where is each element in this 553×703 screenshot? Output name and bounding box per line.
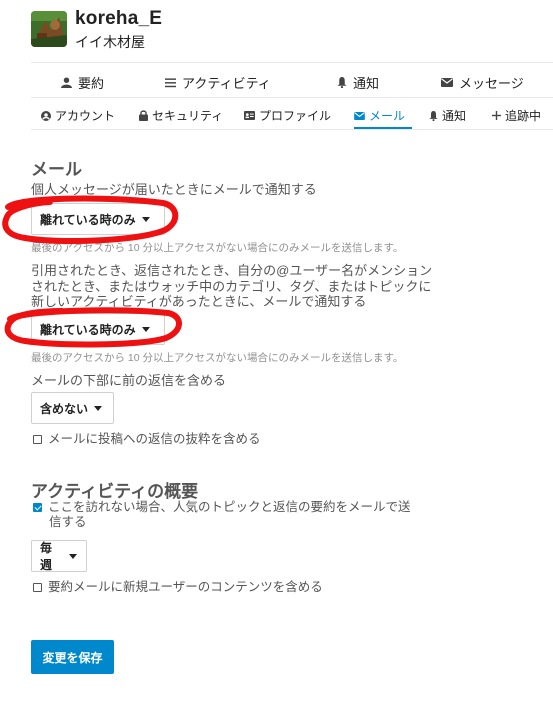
tab-tracking-label: 追跡中 bbox=[505, 109, 542, 123]
nav-summary[interactable]: 要約 bbox=[61, 73, 104, 92]
digest-checkbox-row[interactable]: ここを訪れない場合、人気のトピックと返信の要約をメールで送 信する bbox=[33, 500, 411, 530]
tab-account[interactable]: アカウント bbox=[41, 107, 115, 124]
new-users-checkbox[interactable] bbox=[33, 583, 42, 592]
pm-email-dropdown[interactable]: 離れている時のみ bbox=[31, 203, 165, 235]
full-name: イイ木材屋 bbox=[75, 34, 145, 50]
caret-down-icon bbox=[141, 216, 150, 222]
digest-section-title: アクティビティの概要 bbox=[31, 482, 199, 501]
envelope-icon bbox=[354, 111, 365, 120]
include-excerpt-label: メールに投稿への返信の抜粋を含める bbox=[48, 432, 261, 446]
nav-messages-label: メッセージ bbox=[459, 76, 524, 91]
user-icon bbox=[61, 77, 72, 88]
new-users-label: 要約メールに新規ユーザーのコンテンツを含める bbox=[48, 580, 323, 594]
digest-checkbox[interactable] bbox=[33, 503, 42, 512]
mention-email-label-line3: 新しいアクティビティがあったときに、メールで通知する bbox=[31, 294, 367, 309]
lock-icon bbox=[139, 110, 148, 121]
nav-messages[interactable]: メッセージ bbox=[441, 73, 524, 92]
nav-notifications-label: 通知 bbox=[353, 76, 380, 91]
tab-profile-label: プロファイル bbox=[259, 109, 332, 123]
avatar[interactable] bbox=[31, 11, 67, 47]
digest-frequency-dropdown[interactable]: 毎週 bbox=[31, 540, 87, 572]
include-excerpt-checkbox[interactable] bbox=[33, 435, 42, 444]
nav-activity[interactable]: アクティビティ bbox=[165, 73, 271, 92]
caret-down-icon bbox=[69, 553, 77, 559]
tab-account-label: アカウント bbox=[55, 109, 116, 123]
envelope-icon bbox=[441, 78, 453, 87]
pm-email-value: 離れている時のみ bbox=[40, 212, 136, 227]
mention-email-dropdown[interactable]: 離れている時のみ bbox=[31, 313, 165, 345]
digest-checkbox-label-line1: ここを訪れない場合、人気のトピックと返信の要約をメールで送 bbox=[48, 500, 411, 514]
caret-down-icon bbox=[141, 326, 150, 332]
user-circle-icon bbox=[41, 110, 51, 121]
tab-security[interactable]: セキュリティ bbox=[139, 107, 223, 124]
mention-email-label-line1: 引用されたとき、返信されたとき、自分の@ユーザー名がメンション bbox=[31, 263, 433, 278]
user-header: koreha_E イイ木材屋 bbox=[31, 8, 162, 50]
bell-icon bbox=[337, 77, 347, 88]
bell-icon bbox=[429, 110, 438, 121]
nav-summary-label: 要約 bbox=[78, 76, 105, 91]
tab-notifications-label: 通知 bbox=[442, 109, 467, 123]
tab-email[interactable]: メール bbox=[354, 107, 405, 124]
email-section-title: メール bbox=[31, 160, 82, 179]
mention-email-description: 最後のアクセスから 10 分以上アクセスがない場合にのみメールを送信します。 bbox=[31, 352, 404, 364]
preferences-sub-nav: アカウント セキュリティ プロファイル メール 通知 追跡中 bbox=[31, 99, 553, 130]
nav-activity-label: アクティビティ bbox=[182, 76, 271, 91]
caret-down-icon bbox=[94, 405, 103, 411]
previous-replies-value: 含めない bbox=[40, 401, 89, 416]
save-changes-button[interactable]: 変更を保存 bbox=[31, 640, 114, 674]
tab-tracking[interactable]: 追跡中 bbox=[492, 107, 541, 124]
tab-security-label: セキュリティ bbox=[152, 109, 224, 123]
pm-email-description: 最後のアクセスから 10 分以上アクセスがない場合にのみメールを送信します。 bbox=[31, 242, 404, 254]
previous-replies-dropdown[interactable]: 含めない bbox=[31, 392, 114, 424]
tab-email-label: メール bbox=[369, 109, 406, 123]
list-icon bbox=[165, 77, 176, 87]
username: koreha_E bbox=[75, 8, 163, 29]
tab-notifications[interactable]: 通知 bbox=[429, 107, 466, 124]
include-excerpt-row[interactable]: メールに投稿への返信の抜粋を含める bbox=[33, 432, 261, 447]
tab-profile[interactable]: プロファイル bbox=[244, 107, 331, 124]
active-tab-indicator bbox=[354, 127, 412, 129]
nav-notifications[interactable]: 通知 bbox=[337, 73, 379, 92]
new-users-row[interactable]: 要約メールに新規ユーザーのコンテンツを含める bbox=[33, 580, 323, 595]
pm-email-label: 個人メッセージが届いたときにメールで通知する bbox=[31, 182, 317, 197]
digest-frequency-value: 毎週 bbox=[40, 541, 53, 572]
main-nav: 要約 アクティビティ 通知 メッセージ bbox=[31, 62, 553, 98]
digest-checkbox-label-line2: 信する bbox=[49, 515, 87, 529]
previous-replies-label: メールの下部に前の返信を含める bbox=[31, 373, 227, 388]
id-card-icon bbox=[244, 111, 255, 120]
plus-icon bbox=[492, 111, 501, 120]
mention-email-value: 離れている時のみ bbox=[40, 322, 136, 337]
